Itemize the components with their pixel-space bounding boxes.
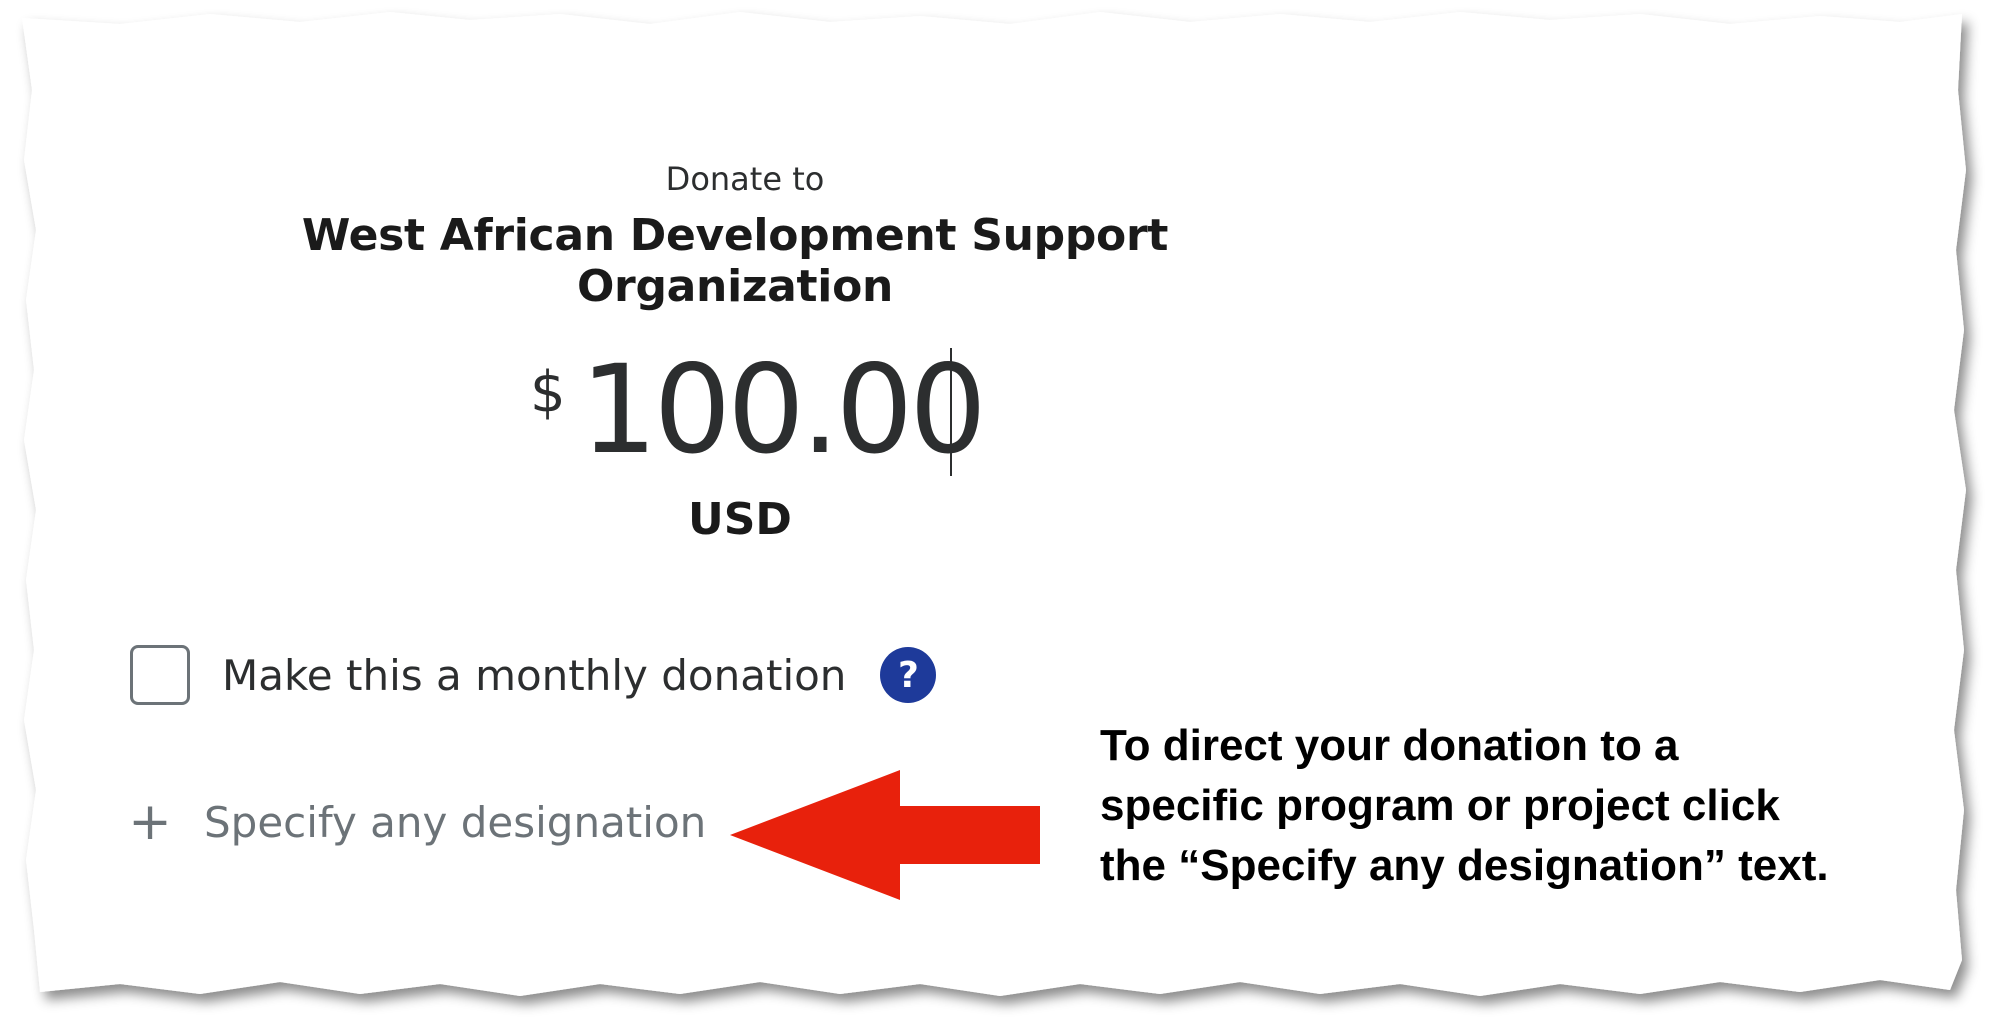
monthly-donation-checkbox[interactable] <box>130 645 190 705</box>
monthly-donation-row: Make this a monthly donation ? <box>130 640 937 710</box>
left-arrow-icon <box>730 770 1040 900</box>
callout-line: the “Specify any designation” text. <box>1100 841 1829 890</box>
currency-symbol: $ <box>530 360 566 425</box>
text-caret <box>950 348 952 476</box>
question-icon[interactable]: ? <box>880 647 937 703</box>
donation-panel: Donate to West African Development Suppo… <box>0 0 1994 1023</box>
designation-label[interactable]: Specify any designation <box>204 798 706 847</box>
specify-designation-link[interactable]: + Specify any designation <box>128 796 706 848</box>
instruction-callout: To direct your donation to a specific pr… <box>1100 716 1980 896</box>
monthly-donation-label[interactable]: Make this a monthly donation <box>222 651 846 700</box>
plus-icon: + <box>128 792 172 852</box>
donate-to-label: Donate to <box>665 160 825 198</box>
arrow-shape <box>730 770 1040 900</box>
currency-code: USD <box>688 494 792 545</box>
screenshot-stage: Donate to West African Development Suppo… <box>0 0 1994 1023</box>
amount-value[interactable]: 100.00 <box>580 340 987 480</box>
callout-line: specific program or project click <box>1100 781 1780 830</box>
callout-line: To direct your donation to a <box>1100 721 1679 770</box>
organization-name: West African Development Support Organiz… <box>301 210 1169 312</box>
amount-input[interactable]: $ 100.00 <box>530 340 987 480</box>
